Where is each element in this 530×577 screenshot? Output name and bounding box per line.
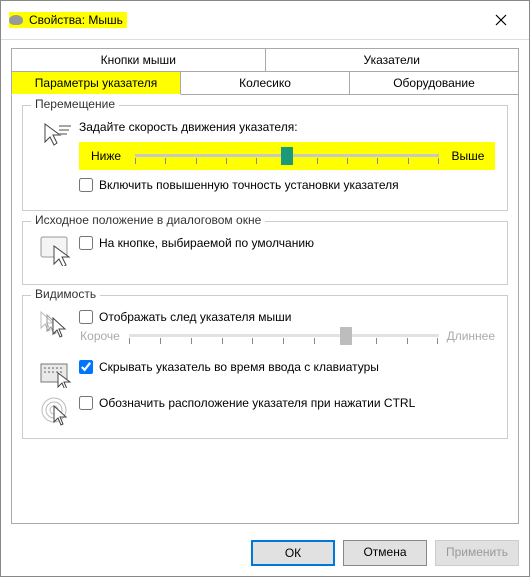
mouse-icon bbox=[9, 15, 23, 25]
tab-pointers[interactable]: Указатели bbox=[266, 48, 520, 72]
enhance-precision-checkbox[interactable]: Включить повышенную точность установки у… bbox=[79, 178, 495, 192]
pointer-speed-slider[interactable]: Ниже Выше bbox=[79, 142, 495, 170]
tab-wheel[interactable]: Колесико bbox=[181, 71, 350, 95]
trail-length-slider: Короче Длиннее bbox=[79, 324, 495, 352]
group-motion-title: Перемещение bbox=[31, 97, 119, 111]
tab-buttons[interactable]: Кнопки мыши bbox=[11, 48, 266, 72]
ctrl-locate-label: Обозначить расположение указателя при на… bbox=[99, 396, 415, 410]
ok-button[interactable]: ОК bbox=[251, 540, 335, 566]
apply-button: Применить bbox=[435, 540, 519, 566]
close-icon bbox=[495, 14, 507, 26]
trail-slider-thumb bbox=[340, 327, 352, 345]
cancel-button[interactable]: Отмена bbox=[343, 540, 427, 566]
snapto-input[interactable] bbox=[79, 236, 93, 250]
group-snapto: Исходное положение в диалоговом окне На … bbox=[22, 221, 508, 285]
window-title: Свойства: Мышь bbox=[29, 13, 123, 27]
trail-high-label: Длиннее bbox=[447, 329, 495, 343]
trails-checkbox[interactable]: Отображать след указателя мыши bbox=[79, 310, 495, 324]
hide-typing-label: Скрывать указатель во время ввода с клав… bbox=[99, 360, 379, 374]
group-visibility: Видимость Отображать след указателя мыши bbox=[22, 295, 508, 439]
trails-input[interactable] bbox=[79, 310, 93, 324]
trails-icon bbox=[39, 310, 75, 340]
speed-slider-thumb[interactable] bbox=[281, 147, 293, 165]
speed-low-label: Ниже bbox=[85, 149, 127, 163]
pointer-speed-icon bbox=[41, 120, 73, 150]
hide-typing-input[interactable] bbox=[79, 360, 93, 374]
hide-typing-icon bbox=[40, 360, 74, 388]
close-button[interactable] bbox=[481, 7, 521, 33]
snapto-icon bbox=[40, 236, 74, 266]
tab-pointer-options[interactable]: Параметры указателя bbox=[11, 71, 181, 95]
ctrl-locate-icon bbox=[40, 396, 74, 428]
enhance-precision-label: Включить повышенную точность установки у… bbox=[99, 178, 399, 192]
trail-low-label: Короче bbox=[79, 329, 121, 343]
ctrl-locate-checkbox[interactable]: Обозначить расположение указателя при на… bbox=[79, 396, 495, 410]
enhance-precision-input[interactable] bbox=[79, 178, 93, 192]
group-snapto-title: Исходное положение в диалоговом окне bbox=[31, 213, 265, 227]
snapto-checkbox[interactable]: На кнопке, выбираемой по умолчанию bbox=[79, 236, 495, 250]
ctrl-locate-input[interactable] bbox=[79, 396, 93, 410]
speed-label: Задайте скорость движения указателя: bbox=[79, 120, 495, 134]
group-motion: Перемещение Задайте скорость движения ук… bbox=[22, 105, 508, 211]
trails-label: Отображать след указателя мыши bbox=[99, 310, 292, 324]
speed-high-label: Выше bbox=[447, 149, 489, 163]
snapto-label: На кнопке, выбираемой по умолчанию bbox=[99, 236, 314, 250]
tab-hardware[interactable]: Оборудование bbox=[350, 71, 519, 95]
group-visibility-title: Видимость bbox=[31, 287, 100, 301]
hide-typing-checkbox[interactable]: Скрывать указатель во время ввода с клав… bbox=[79, 360, 495, 374]
